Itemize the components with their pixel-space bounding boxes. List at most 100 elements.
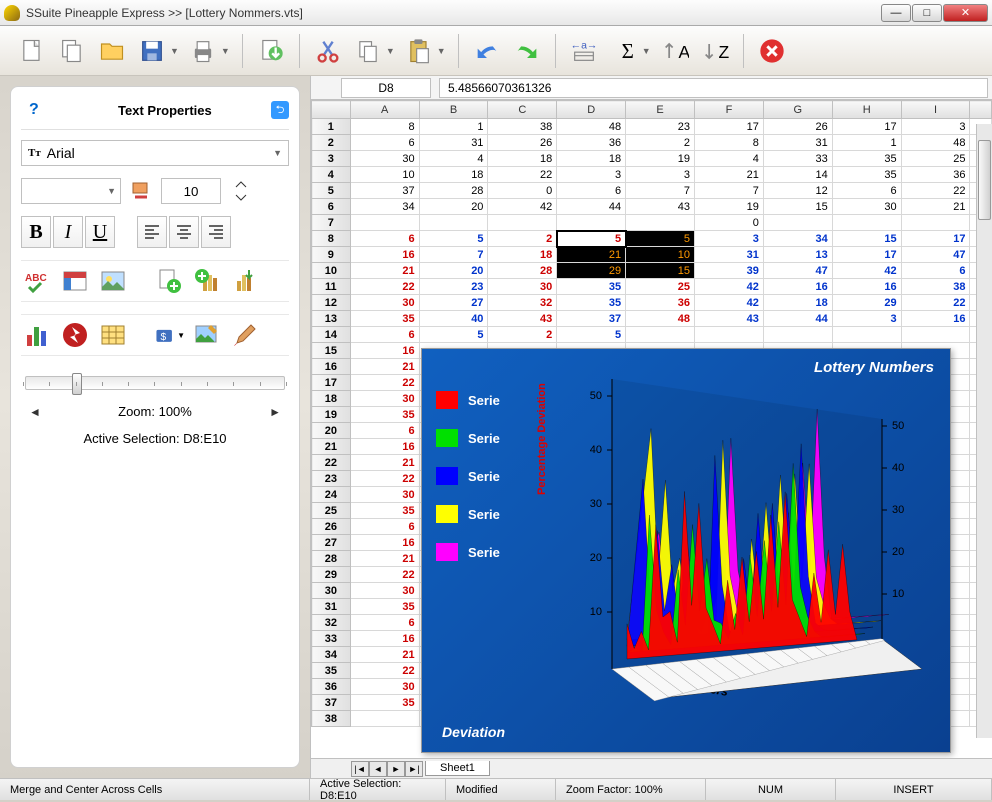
currency-button[interactable]: $▼ [153,319,185,351]
cell[interactable]: 16 [832,279,901,295]
cell[interactable]: 8 [350,119,419,135]
row-header[interactable]: 7 [312,215,351,231]
row-header[interactable]: 14 [312,327,351,343]
cell[interactable]: 34 [763,231,832,247]
cell[interactable] [350,215,419,231]
cell[interactable]: 42 [695,295,764,311]
font-size-input[interactable] [161,178,221,204]
row-header[interactable]: 5 [312,183,351,199]
cell[interactable]: 6 [350,327,419,343]
row-header[interactable]: 23 [312,471,351,487]
save-dropdown[interactable]: ▼ [170,46,179,56]
sort-desc-button[interactable]: Z [699,35,731,67]
cell[interactable]: 7 [419,247,488,263]
row-header[interactable]: 2 [312,135,351,151]
cell[interactable]: 4 [695,151,764,167]
cell[interactable]: 35 [350,599,419,615]
column-header[interactable]: F [695,101,764,119]
cell[interactable]: 34 [350,199,419,215]
cell[interactable]: 0 [488,183,557,199]
cell[interactable] [763,215,832,231]
font-family-select[interactable]: Tт Arial ▼ [21,140,289,166]
cell[interactable]: 12 [763,183,832,199]
cell[interactable]: 18 [557,151,626,167]
align-left-button[interactable] [137,216,167,248]
cell[interactable] [626,215,695,231]
cell[interactable]: 21 [350,551,419,567]
row-header[interactable]: 31 [312,599,351,615]
cell[interactable]: 7 [695,183,764,199]
cell[interactable]: 21 [350,263,419,279]
cell[interactable]: 27 [419,295,488,311]
cell[interactable]: 22 [350,279,419,295]
print-button[interactable] [187,35,219,67]
close-button[interactable]: ✕ [943,4,988,22]
cell[interactable]: 2 [488,327,557,343]
cell[interactable]: 48 [626,311,695,327]
flash-button[interactable] [59,319,91,351]
cell[interactable]: 18 [488,247,557,263]
add-chart-button[interactable] [191,265,223,297]
cell[interactable]: 23 [626,119,695,135]
maximize-button[interactable]: □ [912,4,942,22]
new-button[interactable] [16,35,48,67]
cell[interactable]: 36 [626,295,695,311]
column-header[interactable]: C [488,101,557,119]
row-header[interactable]: 11 [312,279,351,295]
cell[interactable]: 43 [488,311,557,327]
sum-button[interactable]: Σ [608,35,640,67]
cell[interactable]: 16 [350,439,419,455]
cell[interactable]: 25 [626,279,695,295]
cell-reference-input[interactable] [341,78,431,98]
cell[interactable]: 30 [350,391,419,407]
sort-asc-button[interactable]: A [659,35,691,67]
cell[interactable]: 3 [626,167,695,183]
cell[interactable]: 22 [350,663,419,679]
cell[interactable]: 4 [419,151,488,167]
exit-button[interactable] [756,35,788,67]
row-header[interactable]: 4 [312,167,351,183]
cell[interactable]: 35 [350,503,419,519]
cell[interactable]: 42 [488,199,557,215]
row-header[interactable]: 10 [312,263,351,279]
row-header[interactable]: 19 [312,407,351,423]
cell[interactable]: 44 [557,199,626,215]
cell[interactable] [901,215,970,231]
cell[interactable] [626,327,695,343]
minimize-button[interactable]: — [881,4,911,22]
row-header[interactable]: 22 [312,455,351,471]
column-header[interactable]: D [557,101,626,119]
row-header[interactable]: 30 [312,583,351,599]
bold-button[interactable]: B [21,216,51,248]
cell[interactable]: 22 [488,167,557,183]
sheet-nav-last[interactable]: ►| [405,761,423,777]
cell[interactable]: 18 [419,167,488,183]
fill-color-button[interactable] [127,178,155,204]
chart-overlay[interactable]: Lottery Numbers Deviation Percentage Dev… [421,348,951,753]
cell[interactable]: 47 [763,263,832,279]
cell[interactable]: 37 [350,183,419,199]
row-header[interactable]: 21 [312,439,351,455]
spellcheck-button[interactable]: ABC [21,265,53,297]
cell[interactable]: 17 [901,231,970,247]
cell[interactable]: 33 [763,151,832,167]
column-header[interactable]: G [763,101,832,119]
cell[interactable]: 17 [832,247,901,263]
row-header[interactable]: 24 [312,487,351,503]
cell[interactable]: 30 [350,583,419,599]
row-header[interactable]: 3 [312,151,351,167]
row-header[interactable]: 35 [312,663,351,679]
cell[interactable]: 31 [695,247,764,263]
cell[interactable]: 22 [350,375,419,391]
cell[interactable]: 48 [901,135,970,151]
cell[interactable]: 38 [488,119,557,135]
cell[interactable]: 5 [626,231,695,247]
column-header[interactable]: B [419,101,488,119]
row-header[interactable]: 33 [312,631,351,647]
cell[interactable]: 6 [350,231,419,247]
row-header[interactable]: 27 [312,535,351,551]
cell[interactable]: 10 [350,167,419,183]
row-header[interactable]: 32 [312,615,351,631]
italic-button[interactable]: I [53,216,83,248]
cell[interactable]: 43 [626,199,695,215]
